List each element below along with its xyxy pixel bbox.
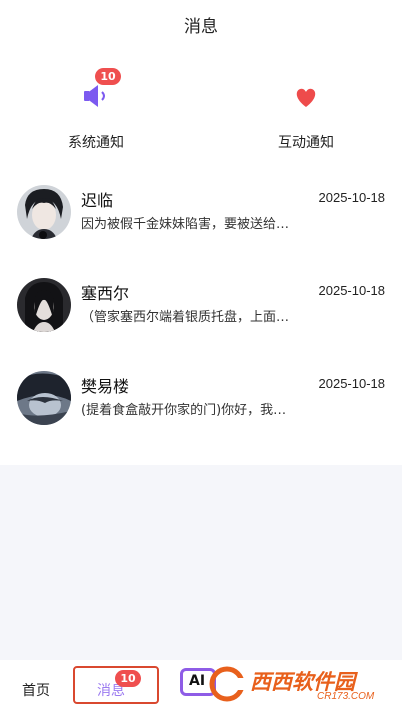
contact-name: 樊易楼 (81, 377, 130, 396)
heart-icon-wrap (291, 80, 321, 110)
message-item[interactable]: 樊易楼 2025-10-18 (提着食盒敲开你家的门)你好，我… (0, 371, 402, 441)
system-notice-badge: 10 (95, 68, 121, 85)
nav-ai-label: AI (189, 673, 206, 689)
nav-messages-badge: 10 (115, 670, 141, 687)
nav-home[interactable]: 首页 (22, 680, 50, 700)
watermark-logo-icon (209, 666, 247, 702)
top-panel: 消息 10 系统通知 互动通知 迟临 2025-10-18 因为被假千金妹妹陷害… (0, 0, 402, 465)
contact-name: 迟临 (81, 191, 114, 210)
message-preview: （管家塞西尔端着银质托盘，上面… (81, 310, 290, 325)
message-date: 2025-10-18 (318, 283, 386, 298)
avatar (17, 371, 71, 425)
message-preview: 因为被假千金妹妹陷害，要被送给… (81, 217, 290, 232)
message-preview: (提着食盒敲开你家的门)你好，我… (81, 403, 287, 418)
nav-messages[interactable]: 消息 10 (73, 666, 159, 704)
watermark-url: CR173.COM (317, 691, 375, 702)
speaker-icon (84, 85, 105, 107)
avatar (17, 185, 71, 239)
interaction-notice-button[interactable]: 互动通知 (246, 80, 366, 160)
message-date: 2025-10-18 (318, 190, 386, 205)
interaction-notice-label: 互动通知 (278, 135, 334, 151)
avatar (17, 278, 71, 332)
message-item[interactable]: 迟临 2025-10-18 因为被假千金妹妹陷害，要被送给… (0, 185, 402, 255)
page-title: 消息 (184, 17, 218, 37)
contact-name: 塞西尔 (81, 284, 130, 303)
watermark: 西西软件园 CR173.COM (205, 662, 385, 706)
speaker-icon-wrap: 10 (81, 68, 121, 110)
message-item[interactable]: 塞西尔 2025-10-18 （管家塞西尔端着银质托盘，上面… (0, 278, 402, 348)
message-date: 2025-10-18 (318, 376, 386, 391)
system-notice-button[interactable]: 10 系统通知 (36, 68, 156, 160)
system-notice-label: 系统通知 (68, 135, 124, 151)
heart-icon (296, 88, 316, 107)
